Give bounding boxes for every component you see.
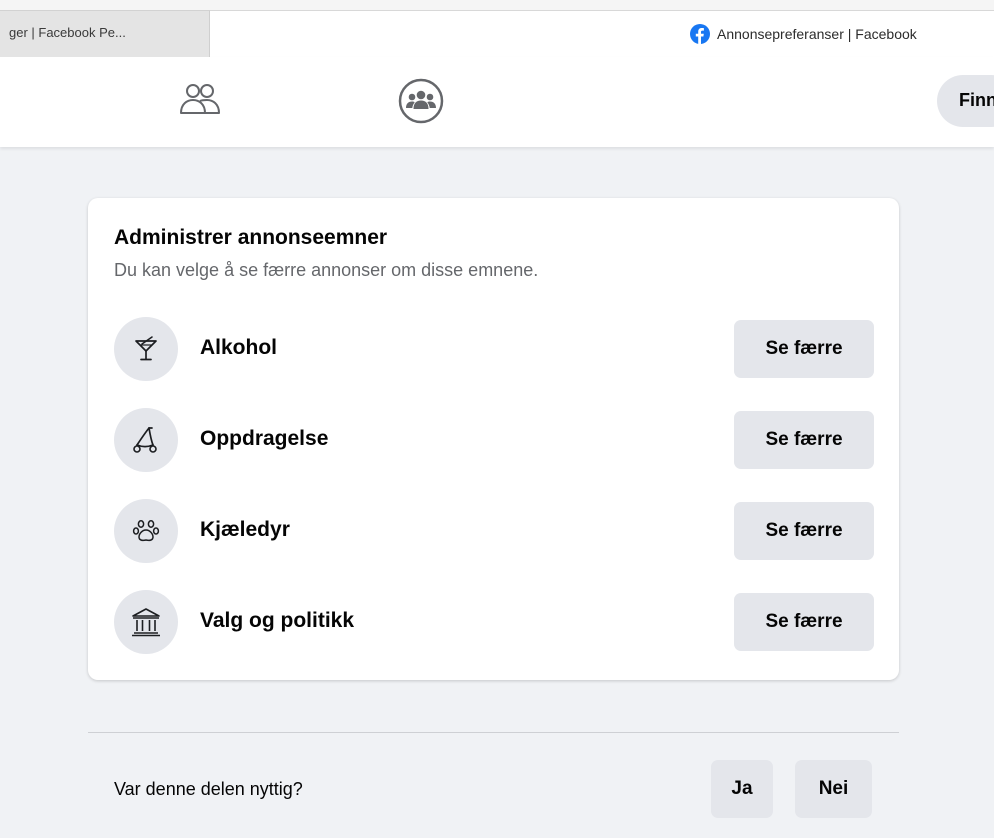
cocktail-icon bbox=[114, 317, 178, 381]
topic-row-pets: Kjæledyr Se færre bbox=[114, 499, 874, 563]
friends-icon[interactable] bbox=[176, 77, 224, 125]
feedback-no-button[interactable]: Nei bbox=[795, 760, 872, 818]
browser-tab-bar: ger | Facebook Pe... Annonsepreferanser … bbox=[0, 0, 994, 57]
paw-icon bbox=[114, 499, 178, 563]
browser-tab-label: Annonsepreferanser | Facebook bbox=[717, 26, 917, 42]
feedback-question: Var denne delen nyttig? bbox=[114, 779, 303, 799]
browser-tab-label: ger | Facebook Pe... bbox=[9, 25, 126, 40]
groups-icon[interactable] bbox=[397, 77, 445, 125]
top-navigation: Finn bbox=[0, 57, 994, 147]
topic-label: Alkohol bbox=[200, 336, 277, 359]
card-title: Administrer annonseemner bbox=[114, 226, 388, 249]
topic-row-parenting: Oppdragelse Se færre bbox=[114, 408, 874, 472]
find-button[interactable]: Finn bbox=[937, 75, 994, 127]
see-fewer-button-alcohol[interactable]: Se færre bbox=[734, 320, 874, 378]
topic-label: Valg og politikk bbox=[200, 609, 355, 632]
stroller-icon bbox=[114, 408, 178, 472]
ad-topics-card: Administrer annonseemner Du kan velge å … bbox=[88, 198, 899, 680]
feedback-yes-button[interactable]: Ja bbox=[711, 760, 773, 818]
facebook-icon bbox=[690, 24, 710, 44]
see-fewer-button-parenting[interactable]: Se færre bbox=[734, 411, 874, 469]
card-subtitle: Du kan velge å se færre annonser om diss… bbox=[114, 260, 539, 280]
browser-tab-active[interactable]: Annonsepreferanser | Facebook bbox=[210, 10, 994, 57]
government-building-icon bbox=[114, 590, 178, 654]
topic-label: Kjæledyr bbox=[200, 518, 290, 541]
topic-label: Oppdragelse bbox=[200, 427, 329, 450]
topic-row-politics: Valg og politikk Se færre bbox=[114, 590, 874, 654]
topic-row-alcohol: Alkohol Se færre bbox=[114, 317, 874, 381]
section-divider bbox=[88, 732, 899, 733]
browser-tab-inactive[interactable]: ger | Facebook Pe... bbox=[0, 10, 210, 57]
see-fewer-button-pets[interactable]: Se færre bbox=[734, 502, 874, 560]
see-fewer-button-politics[interactable]: Se færre bbox=[734, 593, 874, 651]
